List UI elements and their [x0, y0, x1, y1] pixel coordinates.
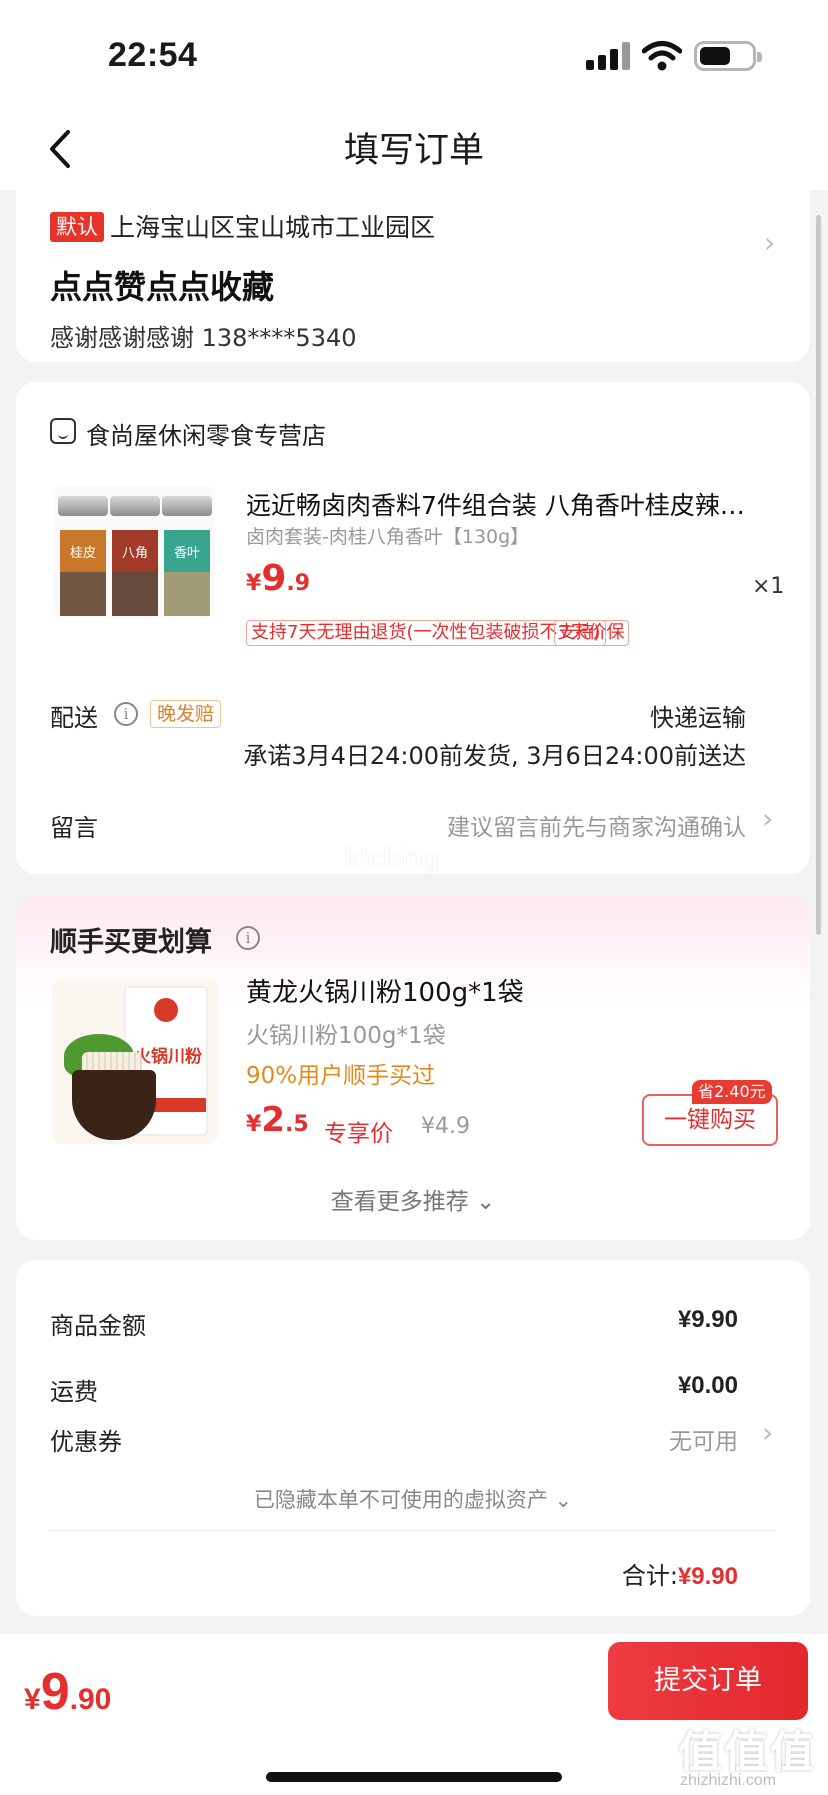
product-quantity: ×1	[752, 574, 785, 599]
price-decimal: .90	[69, 1683, 112, 1716]
late-compensation-badge: 晚发赔	[150, 700, 222, 728]
product-spec: 卤肉套装-肉桂八角香叶【130g】	[246, 526, 530, 548]
hidden-assets-label: 已隐藏本单不可使用的虚拟资产	[253, 1488, 548, 1512]
submit-order-button[interactable]: 提交订单	[608, 1642, 808, 1720]
jar-label: 八角	[112, 530, 158, 572]
total-value: ¥9.90	[677, 1563, 738, 1590]
recommend-product-image[interactable]: 火锅川粉	[52, 978, 218, 1144]
home-indicator[interactable]	[266, 1772, 562, 1782]
page-title: 填写订单	[343, 131, 484, 171]
recommend-price: ¥2.5	[246, 1100, 309, 1140]
price-integer: 9	[40, 1663, 70, 1721]
recommend-title: 顺手买更划算	[50, 927, 212, 958]
goods-amount-value: ¥9.90	[677, 1306, 738, 1333]
product-image[interactable]: 桂皮 八角 香叶	[54, 486, 214, 618]
price-integer: 2	[261, 1100, 285, 1140]
jar-cinnamon: 桂皮	[58, 496, 108, 616]
receiver-contact: 感谢感谢感谢 138****5340	[50, 324, 357, 352]
bottom-total-price: ¥9.90	[24, 1662, 111, 1722]
total-label: 合计:	[621, 1562, 678, 1590]
exclusive-price-label: 专享价	[324, 1121, 393, 1147]
order-card: 食尚屋休闲零食专营店 桂皮 八角 香叶 远近畅卤肉香料7件组合装 八角香叶桂皮辣…	[16, 382, 810, 874]
bottom-action-bar: ¥9.90 提交订单 值值值 zhizhizhi.com	[0, 1634, 828, 1795]
receiver-name: 点点赞点点收藏	[50, 268, 275, 306]
message-input[interactable]: 建议留言前先与商家沟通确认	[447, 808, 746, 842]
recommend-card: 顺手买更划算 i 火锅川粉 黄龙火锅川粉100g*1袋 火锅川粉100g*1袋 …	[16, 896, 810, 1240]
total-line: 合计:¥9.90	[622, 1556, 738, 1591]
jar-label: 桂皮	[60, 530, 106, 572]
price-integer: 9	[261, 558, 287, 599]
price-currency: ¥	[246, 571, 262, 596]
hidden-assets-toggle[interactable]: 已隐藏本单不可使用的虚拟资产 ⌄	[16, 1484, 810, 1514]
status-bar: 22:54	[0, 0, 828, 110]
shipping-value: ¥0.00	[677, 1372, 738, 1399]
jar-star-anise: 八角	[110, 496, 160, 616]
price-currency: ¥	[246, 1112, 262, 1137]
site-domain-watermark: zhizhizhi.com	[680, 1772, 777, 1789]
chevron-right-icon: ›	[762, 1416, 774, 1449]
address-card[interactable]: 默认 上海宝山区宝山城市工业园区 点点赞点点收藏 感谢感谢感谢 138****5…	[16, 180, 810, 362]
delivery-method: 快递运输	[650, 704, 746, 732]
delivery-promise: 承诺3月4日24:00前发货, 3月6日24:00前送达	[243, 742, 746, 770]
recommend-product-spec: 火锅川粉100g*1袋	[246, 1023, 446, 1049]
shop-icon	[50, 418, 76, 444]
scrollbar[interactable]	[816, 215, 821, 935]
info-icon[interactable]: i	[114, 702, 138, 726]
chevron-down-icon: ⌄	[554, 1488, 573, 1512]
price-decimal: .9	[286, 571, 311, 596]
shop-name[interactable]: 食尚屋休闲零食专营店	[86, 416, 326, 451]
watermark-text: ktcking	[345, 842, 439, 875]
product-title[interactable]: 远近畅卤肉香料7件组合装 八角香叶桂皮辣…	[246, 486, 776, 522]
coupon-value[interactable]: 无可用	[669, 1422, 738, 1456]
original-price: ¥4.9	[421, 1114, 470, 1139]
price-decimal: .5	[284, 1112, 309, 1137]
more-recommendations-link[interactable]: 查看更多推荐 ⌄	[16, 1182, 810, 1216]
chevron-right-icon: ›	[762, 802, 774, 835]
jar-label: 香叶	[164, 530, 210, 572]
jar-bay-leaf: 香叶	[162, 496, 212, 616]
battery-icon	[694, 41, 762, 71]
goods-amount-label: 商品金额	[50, 1312, 146, 1340]
chevron-right-icon: ›	[764, 226, 776, 259]
savings-badge: 省2.40元	[692, 1080, 772, 1104]
site-watermark: 值值值	[678, 1727, 816, 1778]
recommend-product-name[interactable]: 黄龙火锅川粉100g*1袋	[246, 972, 524, 1009]
more-recommendations-label: 查看更多推荐	[330, 1189, 469, 1215]
divider	[50, 1530, 776, 1531]
delivery-label: 配送	[50, 704, 98, 732]
chevron-down-icon: ⌄	[476, 1189, 496, 1215]
shipping-label: 运费	[50, 1378, 98, 1406]
wifi-icon	[642, 41, 682, 71]
nav-bar: 填写订单	[0, 110, 828, 190]
price-protect-tag: 7天价保	[554, 620, 630, 646]
product-price: ¥9.9	[246, 558, 310, 599]
price-summary-card: 商品金额 ¥9.90 运费 ¥0.00 优惠券 无可用 › 已隐藏本单不可使用的…	[16, 1260, 810, 1616]
coupon-label: 优惠券	[50, 1428, 122, 1456]
cellular-signal-icon	[586, 42, 630, 70]
status-time: 22:54	[108, 36, 198, 74]
default-address-badge: 默认	[50, 212, 104, 242]
address-region: 上海宝山区宝山城市工业园区	[110, 213, 436, 242]
info-icon[interactable]: i	[236, 926, 260, 950]
return-policy-tag: 支持7天无理由退货(一次性包装破损不支持)	[246, 620, 606, 646]
recommend-social-proof: 90%用户顺手买过	[246, 1063, 436, 1089]
message-label: 留言	[50, 814, 98, 842]
price-currency: ¥	[24, 1683, 41, 1716]
